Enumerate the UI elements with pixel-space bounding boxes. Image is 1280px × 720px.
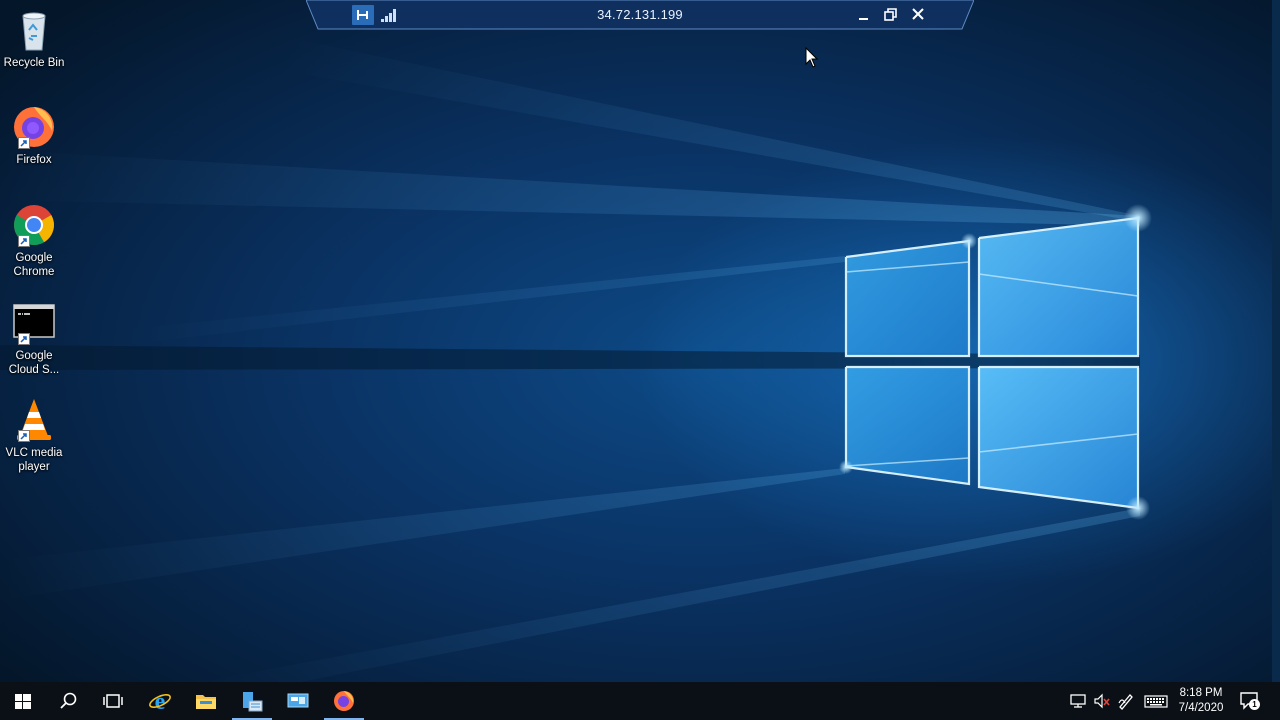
taskbar[interactable]: e 8:18 PM 7/4/2020 1 <box>0 682 1280 720</box>
keyboard-icon[interactable] <box>1144 691 1168 711</box>
action-center-button[interactable]: 1 <box>1238 690 1262 712</box>
server-manager-icon <box>243 692 263 712</box>
file-explorer-icon <box>196 695 216 709</box>
shortcut-arrow-icon <box>18 333 30 345</box>
svg-text:e: e <box>155 689 166 713</box>
pen-icon[interactable] <box>1116 691 1136 711</box>
task-view-button[interactable] <box>90 682 136 720</box>
clock-time: 8:18 PM <box>1179 687 1223 699</box>
taskbar-remote-desktop[interactable] <box>275 682 321 720</box>
minimize-button[interactable] <box>854 6 874 24</box>
start-icon <box>15 694 31 709</box>
remote-connection-bar[interactable]: 34.72.131.199 <box>306 0 974 30</box>
shortcut-arrow-icon <box>18 137 30 149</box>
clock-date: 7/4/2020 <box>1178 702 1224 714</box>
remote-desktop-icon <box>287 693 309 708</box>
desktop-icon-label: Recycle Bin <box>3 57 65 69</box>
desktop-icon-google-cloud-sdk-shell[interactable]: Google Cloud S... <box>2 299 66 377</box>
desktop-icon-label: VLC media player <box>5 447 63 473</box>
minimize-icon <box>859 18 868 20</box>
desktop-icon-label: Google Cloud S... <box>8 350 60 376</box>
task-view-icon <box>103 694 123 708</box>
desktop-icon-google-chrome[interactable]: Google Chrome <box>2 201 66 279</box>
taskbar-server-manager[interactable] <box>229 682 275 720</box>
restore-icon <box>884 8 897 21</box>
recycle-bin-icon <box>22 12 46 51</box>
desktop-icon-firefox[interactable]: Firefox <box>2 103 66 167</box>
internet-explorer-icon: e <box>149 689 171 713</box>
shortcut-arrow-icon <box>18 235 30 247</box>
screen-edge <box>1272 0 1280 682</box>
taskbar-firefox[interactable] <box>321 682 367 720</box>
taskbar-internet-explorer[interactable]: e <box>137 682 183 720</box>
desktop-icon-label: Firefox <box>16 154 52 166</box>
restore-button[interactable] <box>880 6 900 24</box>
start-button[interactable] <box>0 682 46 720</box>
close-button[interactable] <box>908 6 928 24</box>
taskbar-file-explorer[interactable] <box>183 682 229 720</box>
notification-count-badge: 1 <box>1249 699 1260 710</box>
search-button[interactable] <box>45 682 91 720</box>
desktop-wallpaper[interactable] <box>0 0 1280 682</box>
desktop-icon-recycle-bin[interactable]: Recycle Bin <box>2 6 66 70</box>
windows-logo-light-art <box>0 40 1152 682</box>
search-icon <box>60 692 77 709</box>
firefox-icon <box>334 691 354 711</box>
close-icon <box>912 8 924 20</box>
desktop-icon-vlc-media-player[interactable]: VLC media player <box>2 396 66 474</box>
taskbar-clock[interactable]: 8:18 PM 7/4/2020 <box>1170 686 1232 716</box>
mouse-cursor-icon <box>805 47 819 68</box>
shortcut-arrow-icon <box>18 430 30 442</box>
volume-muted-icon[interactable] <box>1092 691 1112 711</box>
desktop-icon-label: Google Chrome <box>13 252 55 278</box>
network-icon[interactable] <box>1068 691 1088 711</box>
